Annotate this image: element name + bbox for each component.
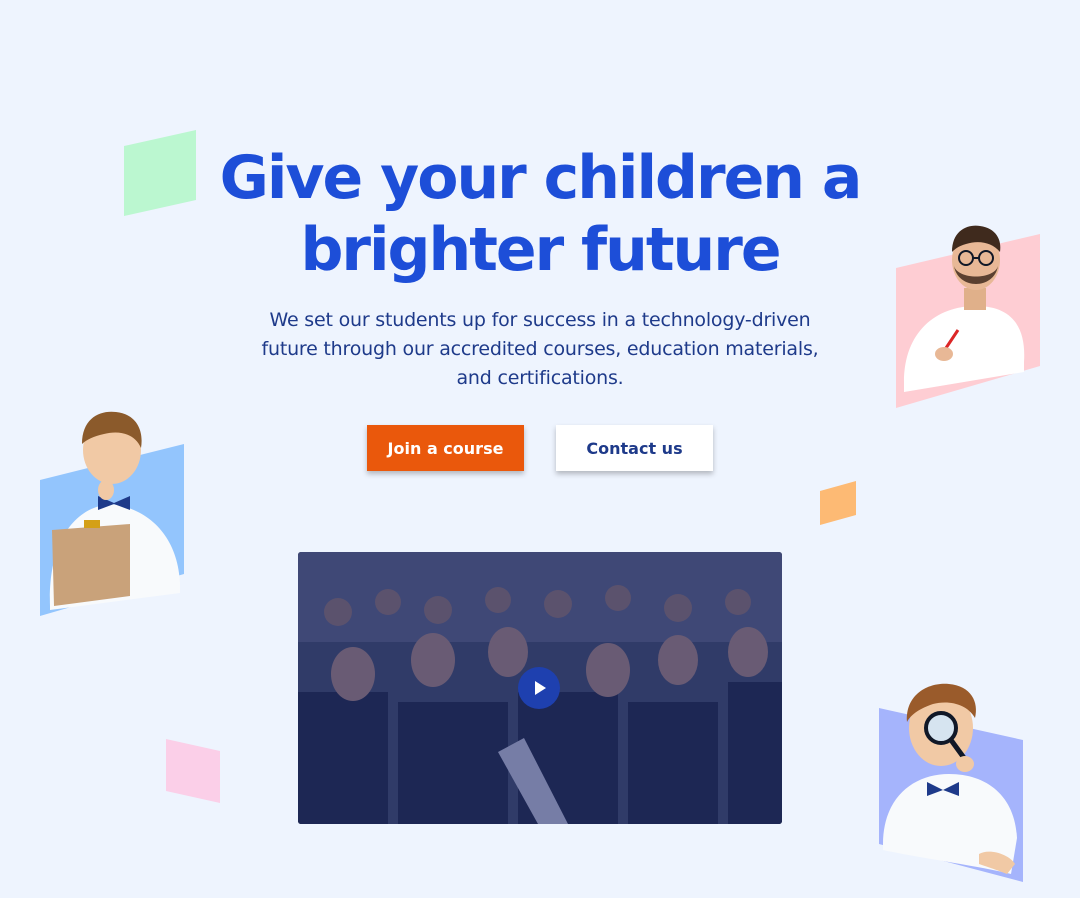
hero-headline: Give your children a brighter future (0, 142, 1080, 286)
headline-line-1: Give your children a (219, 143, 863, 213)
pink-parallelogram-decoration (166, 739, 220, 803)
subtitle-line-2: future through our accredited courses, e… (261, 338, 819, 360)
hero-subtitle: We set our students up for success in a … (230, 306, 850, 393)
boy-with-magnifier-photo (879, 678, 1025, 884)
play-button[interactable] (518, 667, 560, 709)
orange-parallelogram-decoration (820, 481, 856, 525)
play-icon (535, 681, 546, 695)
video-thumbnail[interactable] (298, 552, 782, 824)
hero-section: Give your children a brighter future We … (0, 0, 1080, 898)
headline-line-2: brighter future (300, 215, 781, 285)
join-course-button[interactable]: Join a course (367, 425, 524, 471)
boy-with-clipboard-photo (40, 408, 186, 618)
subtitle-line-1: We set our students up for success in a … (269, 309, 811, 331)
contact-us-button[interactable]: Contact us (556, 425, 713, 471)
subtitle-line-3: and certifications. (456, 367, 624, 389)
